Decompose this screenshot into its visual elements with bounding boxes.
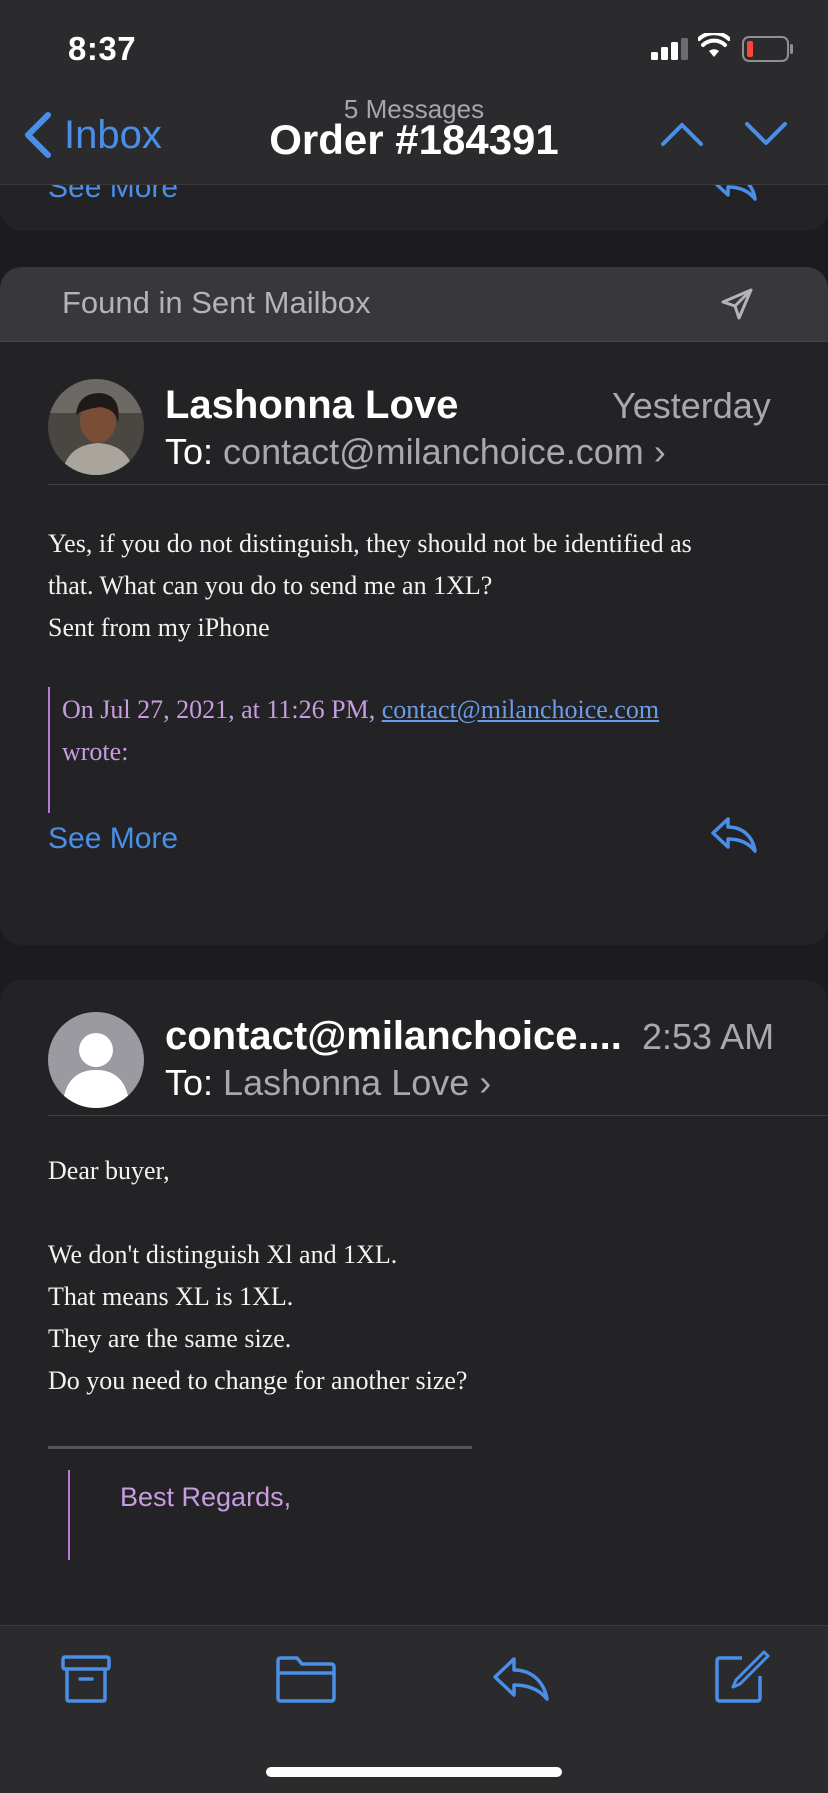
reply-icon[interactable] — [492, 1655, 550, 1703]
folder-icon[interactable] — [275, 1653, 337, 1705]
signature-bar — [68, 1470, 72, 1560]
status-bar: 8:37 — [0, 0, 828, 90]
status-time: 8:37 — [68, 30, 137, 67]
found-in-banner: Found in Sent Mailbox — [0, 267, 828, 342]
avatar — [48, 1012, 144, 1108]
message-thread[interactable]: See More Found in Sent Mailbox Lashonna … — [0, 185, 828, 1625]
cellular-signal-icon — [651, 38, 688, 60]
quote-email-link[interactable]: contact@milanchoice.com — [382, 695, 659, 724]
sender-name: contact@milanchoice.... — [165, 1014, 622, 1058]
divider — [48, 484, 828, 485]
chevron-right-icon: › — [653, 431, 666, 472]
nav-bar: Inbox 5 Messages Order #184391 — [0, 90, 828, 185]
chevron-right-icon: › — [479, 1062, 492, 1103]
body-line: that. What can you do to send me an 1XL? — [48, 571, 493, 600]
to-label: To: — [165, 431, 214, 472]
sender-name: Lashonna Love — [165, 383, 459, 427]
greeting: Dear buyer, — [48, 1156, 170, 1185]
message-card-lashonna[interactable]: Found in Sent Mailbox Lashonna Love Yest… — [0, 267, 828, 945]
signature-divider — [48, 1446, 472, 1449]
wifi-icon — [698, 33, 730, 57]
body-line: Yes, if you do not distinguish, they sho… — [48, 529, 692, 558]
reply-icon[interactable] — [710, 185, 758, 203]
message-body: Yes, if you do not distinguish, they sho… — [48, 523, 778, 607]
sign-off: Best Regards, — [120, 1482, 292, 1512]
divider — [48, 1115, 828, 1116]
found-in-label: Found in Sent Mailbox — [62, 285, 371, 320]
recipient-line[interactable]: To: Lashonna Love › — [165, 1062, 491, 1104]
message-card-contact[interactable]: contact@milanchoice.... 2:53 AM To: Lash… — [0, 980, 828, 1625]
chevron-down-icon[interactable] — [744, 120, 788, 148]
message-time: 2:53 AM — [642, 1016, 775, 1057]
quote-header: On Jul 27, 2021, at 11:26 PM, — [62, 695, 376, 724]
body-line: We don't distinguish Xl and 1XL. — [48, 1240, 398, 1269]
chevron-up-icon[interactable] — [660, 120, 704, 148]
recipient-address: contact@milanchoice.com — [223, 431, 644, 472]
body-line: They are the same size. — [48, 1324, 292, 1353]
message-date: Yesterday — [612, 385, 771, 426]
quoted-text-block: On Jul 27, 2021, at 11:26 PM, contact@mi… — [48, 687, 750, 813]
archive-box-icon[interactable] — [60, 1653, 112, 1705]
avatar — [48, 379, 144, 475]
message-body: We don't distinguish Xl and 1XL. That me… — [48, 1234, 778, 1402]
see-more-link[interactable]: See More — [48, 822, 178, 856]
battery-low-icon — [742, 36, 793, 62]
compose-icon[interactable] — [712, 1648, 770, 1706]
signature: Sent from my iPhone — [48, 613, 270, 642]
recipient-line[interactable]: To: contact@milanchoice.com › — [165, 431, 666, 473]
paper-plane-icon — [721, 288, 753, 320]
body-line: Do you need to change for another size? — [48, 1366, 468, 1395]
body-line: That means XL is 1XL. — [48, 1282, 294, 1311]
previous-message-card: See More — [0, 185, 828, 231]
to-label: To: — [165, 1062, 214, 1103]
reply-icon[interactable] — [710, 815, 758, 855]
see-more-link[interactable]: See More — [48, 185, 178, 205]
recipient-name: Lashonna Love — [223, 1062, 470, 1103]
home-indicator[interactable] — [266, 1767, 562, 1777]
quote-wrote: wrote: — [62, 737, 129, 766]
